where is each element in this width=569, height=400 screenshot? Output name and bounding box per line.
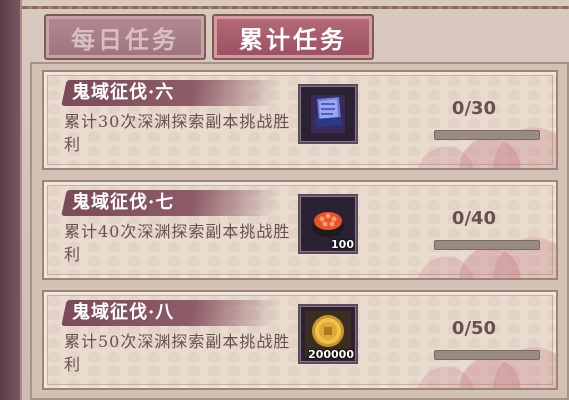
reward-slot[interactable]	[298, 84, 358, 144]
task-title: 鬼域征伐·七	[72, 192, 175, 213]
reward-slot[interactable]: 200000	[298, 304, 358, 364]
scroll-icon	[311, 95, 345, 133]
progress-bar	[434, 130, 540, 140]
task-title: 鬼域征伐·六	[72, 82, 175, 103]
decorative-rope	[22, 6, 569, 9]
reward-count: 100	[331, 238, 354, 251]
tab-daily-tasks[interactable]: 每日任务	[44, 14, 206, 60]
progress-text: 0/40	[451, 208, 497, 229]
task-card: 鬼域征伐·七 累计40次深渊探索副本挑战胜利 100 0/40	[42, 180, 558, 280]
progress-text: 0/50	[451, 318, 497, 339]
task-description: 累计40次深渊探索副本挑战胜利	[64, 222, 291, 264]
task-card: 鬼域征伐·六 累计30次深渊探索副本挑战胜利 0/30	[42, 70, 558, 170]
task-description: 累计30次深渊探索副本挑战胜利	[64, 112, 291, 154]
tab-cumulative-tasks[interactable]: 累计任务	[212, 14, 374, 60]
task-description: 累计50次深渊探索副本挑战胜利	[64, 332, 291, 374]
reward-slot[interactable]: 100	[298, 194, 358, 254]
progress-bar	[434, 350, 540, 360]
progress-text: 0/30	[451, 98, 497, 119]
window-frame-left	[0, 0, 22, 400]
task-title: 鬼域征伐·八	[72, 302, 175, 323]
progress-bar	[434, 240, 540, 250]
reward-count: 200000	[308, 348, 354, 361]
task-card: 鬼域征伐·八 累计50次深渊探索副本挑战胜利 200000 0/50	[42, 290, 558, 390]
